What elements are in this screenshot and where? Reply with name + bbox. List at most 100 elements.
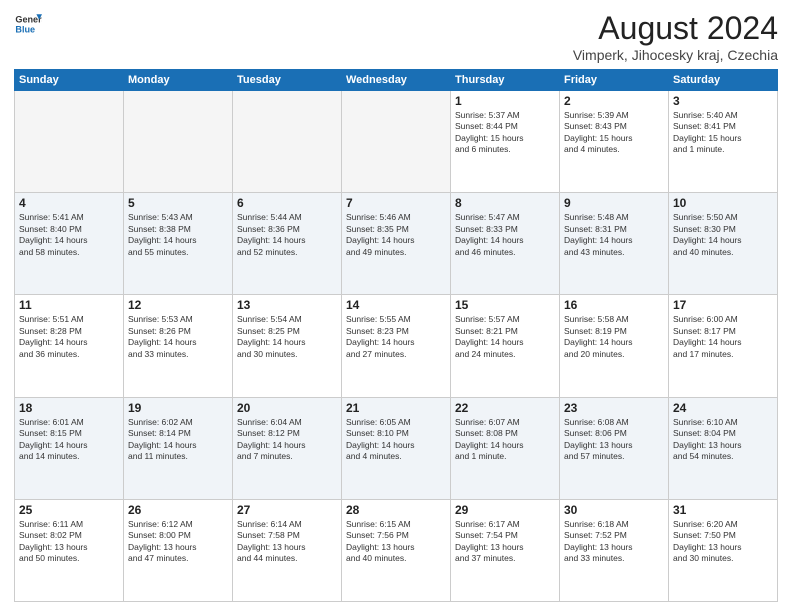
calendar-cell: 16 Sunrise: 5:58 AM Sunset: 8:19 PM Dayli… [560, 295, 669, 397]
day-number: 8 [455, 196, 555, 210]
day-number: 25 [19, 503, 119, 517]
day-info: Sunrise: 6:12 AM Sunset: 8:00 PM Dayligh… [128, 519, 228, 565]
logo-icon: General Blue [14, 10, 42, 38]
day-number: 11 [19, 298, 119, 312]
day-number: 17 [673, 298, 773, 312]
calendar-cell: 24 Sunrise: 6:10 AM Sunset: 8:04 PM Dayli… [669, 397, 778, 499]
day-number: 28 [346, 503, 446, 517]
calendar-header-thursday: Thursday [451, 70, 560, 91]
day-number: 10 [673, 196, 773, 210]
calendar-cell: 3Sunrise: 5:40 AM Sunset: 8:41 PM Daylig… [669, 91, 778, 193]
day-number: 22 [455, 401, 555, 415]
calendar-header-monday: Monday [124, 70, 233, 91]
day-number: 7 [346, 196, 446, 210]
day-number: 30 [564, 503, 664, 517]
day-info: Sunrise: 5:55 AM Sunset: 8:23 PM Dayligh… [346, 314, 446, 360]
day-info: Sunrise: 6:15 AM Sunset: 7:56 PM Dayligh… [346, 519, 446, 565]
calendar-cell: 2Sunrise: 5:39 AM Sunset: 8:43 PM Daylig… [560, 91, 669, 193]
day-number: 12 [128, 298, 228, 312]
calendar-header-saturday: Saturday [669, 70, 778, 91]
day-number: 13 [237, 298, 337, 312]
calendar-week-row: 11 Sunrise: 5:51 AM Sunset: 8:28 PM Dayli… [15, 295, 778, 397]
day-info: Sunrise: 6:08 AM Sunset: 8:06 PM Dayligh… [564, 417, 664, 463]
header: General Blue August 2024 Vimperk, Jihoce… [14, 10, 778, 63]
calendar-cell: 14 Sunrise: 5:55 AM Sunset: 8:23 PM Dayli… [342, 295, 451, 397]
day-info: Sunrise: 5:48 AM Sunset: 8:31 PM Dayligh… [564, 212, 664, 258]
svg-text:Blue: Blue [15, 24, 35, 34]
day-info: Sunrise: 5:44 AM Sunset: 8:36 PM Dayligh… [237, 212, 337, 258]
calendar-cell: 20 Sunrise: 6:04 AM Sunset: 8:12 PM Dayli… [233, 397, 342, 499]
day-number: 21 [346, 401, 446, 415]
day-number: 16 [564, 298, 664, 312]
calendar-cell: 30Sunrise: 6:18 AM Sunset: 7:52 PM Dayli… [560, 499, 669, 601]
calendar-cell: 1 Sunrise: 5:37 AM Sunset: 8:44 PM Daylig… [451, 91, 560, 193]
calendar-cell: 12Sunrise: 5:53 AM Sunset: 8:26 PM Dayli… [124, 295, 233, 397]
logo: General Blue [14, 10, 44, 38]
calendar-cell [124, 91, 233, 193]
day-info: Sunrise: 6:01 AM Sunset: 8:15 PM Dayligh… [19, 417, 119, 463]
day-info: Sunrise: 6:14 AM Sunset: 7:58 PM Dayligh… [237, 519, 337, 565]
day-info: Sunrise: 6:20 AM Sunset: 7:50 PM Dayligh… [673, 519, 773, 565]
day-info: Sunrise: 6:02 AM Sunset: 8:14 PM Dayligh… [128, 417, 228, 463]
day-number: 27 [237, 503, 337, 517]
day-info: Sunrise: 5:46 AM Sunset: 8:35 PM Dayligh… [346, 212, 446, 258]
calendar-cell: 7 Sunrise: 5:46 AM Sunset: 8:35 PM Daylig… [342, 193, 451, 295]
calendar-cell: 4Sunrise: 5:41 AM Sunset: 8:40 PM Daylig… [15, 193, 124, 295]
day-info: Sunrise: 6:00 AM Sunset: 8:17 PM Dayligh… [673, 314, 773, 360]
title-section: August 2024 Vimperk, Jihocesky kraj, Cze… [573, 10, 778, 63]
day-info: Sunrise: 5:43 AM Sunset: 8:38 PM Dayligh… [128, 212, 228, 258]
calendar-cell [342, 91, 451, 193]
day-number: 2 [564, 94, 664, 108]
calendar-header-tuesday: Tuesday [233, 70, 342, 91]
day-info: Sunrise: 6:07 AM Sunset: 8:08 PM Dayligh… [455, 417, 555, 463]
day-info: Sunrise: 6:04 AM Sunset: 8:12 PM Dayligh… [237, 417, 337, 463]
day-number: 5 [128, 196, 228, 210]
calendar-cell [15, 91, 124, 193]
calendar-week-row: 1 Sunrise: 5:37 AM Sunset: 8:44 PM Daylig… [15, 91, 778, 193]
day-number: 1 [455, 94, 555, 108]
calendar-week-row: 25 Sunrise: 6:11 AM Sunset: 8:02 PM Dayli… [15, 499, 778, 601]
calendar-week-row: 18 Sunrise: 6:01 AM Sunset: 8:15 PM Dayli… [15, 397, 778, 499]
page: General Blue August 2024 Vimperk, Jihoce… [0, 0, 792, 612]
day-number: 20 [237, 401, 337, 415]
calendar-cell: 11 Sunrise: 5:51 AM Sunset: 8:28 PM Dayli… [15, 295, 124, 397]
day-info: Sunrise: 5:40 AM Sunset: 8:41 PM Dayligh… [673, 110, 773, 156]
day-info: Sunrise: 6:05 AM Sunset: 8:10 PM Dayligh… [346, 417, 446, 463]
calendar-cell: 27 Sunrise: 6:14 AM Sunset: 7:58 PM Dayli… [233, 499, 342, 601]
day-number: 14 [346, 298, 446, 312]
location-text: Vimperk, Jihocesky kraj, Czechia [573, 47, 778, 63]
day-number: 18 [19, 401, 119, 415]
day-info: Sunrise: 5:58 AM Sunset: 8:19 PM Dayligh… [564, 314, 664, 360]
calendar-cell: 13 Sunrise: 5:54 AM Sunset: 8:25 PM Dayli… [233, 295, 342, 397]
calendar-cell: 9Sunrise: 5:48 AM Sunset: 8:31 PM Daylig… [560, 193, 669, 295]
day-number: 24 [673, 401, 773, 415]
calendar-cell: 19Sunrise: 6:02 AM Sunset: 8:14 PM Dayli… [124, 397, 233, 499]
day-info: Sunrise: 5:51 AM Sunset: 8:28 PM Dayligh… [19, 314, 119, 360]
calendar-cell: 21 Sunrise: 6:05 AM Sunset: 8:10 PM Dayli… [342, 397, 451, 499]
day-number: 26 [128, 503, 228, 517]
calendar-cell: 15 Sunrise: 5:57 AM Sunset: 8:21 PM Dayli… [451, 295, 560, 397]
calendar-cell: 31Sunrise: 6:20 AM Sunset: 7:50 PM Dayli… [669, 499, 778, 601]
calendar-cell: 22 Sunrise: 6:07 AM Sunset: 8:08 PM Dayli… [451, 397, 560, 499]
day-info: Sunrise: 5:57 AM Sunset: 8:21 PM Dayligh… [455, 314, 555, 360]
calendar-cell: 8Sunrise: 5:47 AM Sunset: 8:33 PM Daylig… [451, 193, 560, 295]
calendar-header-friday: Friday [560, 70, 669, 91]
calendar-week-row: 4Sunrise: 5:41 AM Sunset: 8:40 PM Daylig… [15, 193, 778, 295]
calendar-cell: 6 Sunrise: 5:44 AM Sunset: 8:36 PM Daylig… [233, 193, 342, 295]
day-info: Sunrise: 5:54 AM Sunset: 8:25 PM Dayligh… [237, 314, 337, 360]
day-info: Sunrise: 6:11 AM Sunset: 8:02 PM Dayligh… [19, 519, 119, 565]
calendar-cell: 18 Sunrise: 6:01 AM Sunset: 8:15 PM Dayli… [15, 397, 124, 499]
day-info: Sunrise: 5:37 AM Sunset: 8:44 PM Dayligh… [455, 110, 555, 156]
calendar-header-sunday: Sunday [15, 70, 124, 91]
month-year-title: August 2024 [573, 10, 778, 47]
day-info: Sunrise: 5:50 AM Sunset: 8:30 PM Dayligh… [673, 212, 773, 258]
day-number: 23 [564, 401, 664, 415]
day-number: 6 [237, 196, 337, 210]
calendar-cell: 10 Sunrise: 5:50 AM Sunset: 8:30 PM Dayli… [669, 193, 778, 295]
calendar-cell: 28 Sunrise: 6:15 AM Sunset: 7:56 PM Dayli… [342, 499, 451, 601]
day-number: 15 [455, 298, 555, 312]
day-info: Sunrise: 6:10 AM Sunset: 8:04 PM Dayligh… [673, 417, 773, 463]
day-info: Sunrise: 5:41 AM Sunset: 8:40 PM Dayligh… [19, 212, 119, 258]
calendar-cell: 23 Sunrise: 6:08 AM Sunset: 8:06 PM Dayli… [560, 397, 669, 499]
day-info: Sunrise: 6:17 AM Sunset: 7:54 PM Dayligh… [455, 519, 555, 565]
